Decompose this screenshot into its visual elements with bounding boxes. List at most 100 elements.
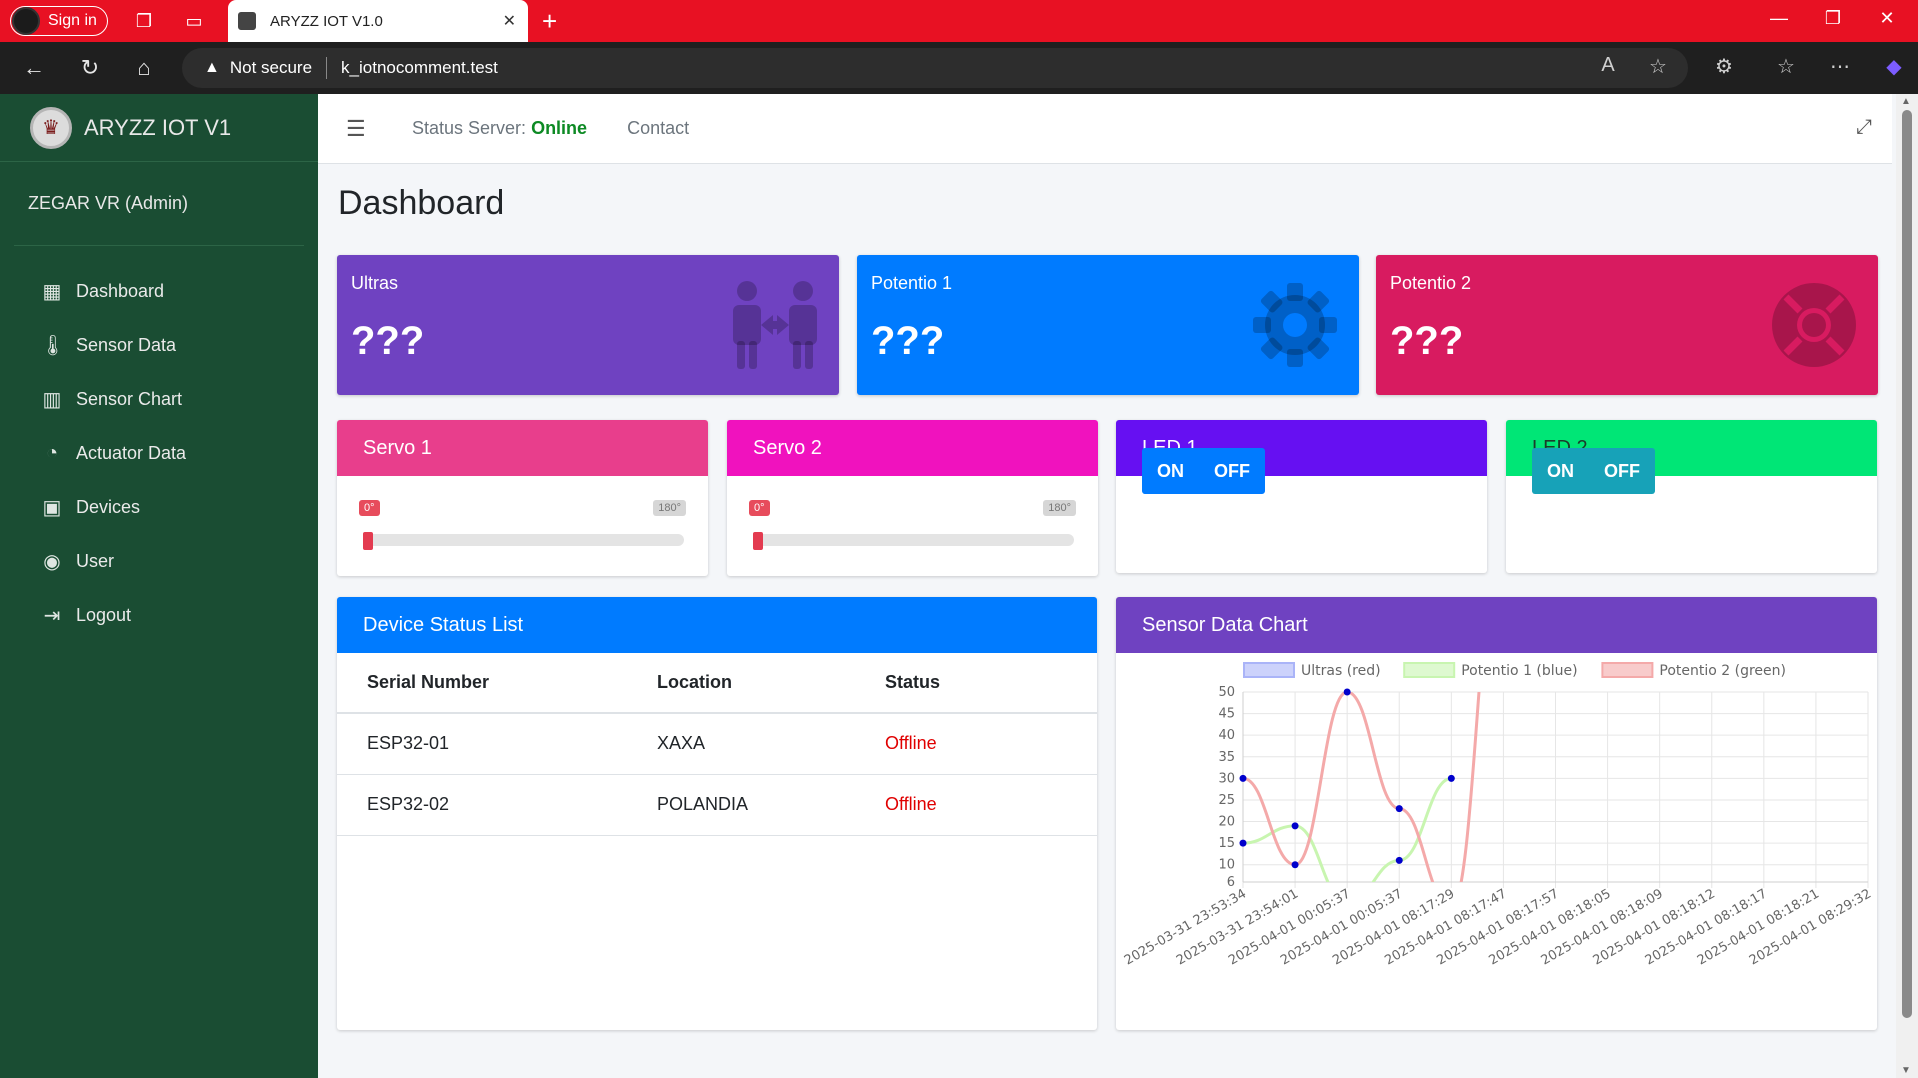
sidebar-item-label: Sensor Chart xyxy=(76,388,183,409)
info-box-potentio-1: Potentio 1 ??? xyxy=(857,255,1359,395)
info-box-potentio-2: Potentio 2 ??? xyxy=(1376,255,1878,395)
restore-icon[interactable]: ❐ xyxy=(1818,8,1848,29)
tab-actions-icon[interactable]: ▭ xyxy=(182,9,206,33)
y-tick-label: 15 xyxy=(1218,836,1235,851)
home-icon[interactable]: ⌂ xyxy=(130,54,158,82)
warning-icon: ▲ xyxy=(204,59,220,76)
brand-logo: ♛ xyxy=(30,106,72,149)
logout-icon: ⇥ xyxy=(43,604,61,627)
slider-track[interactable] xyxy=(753,534,1074,546)
more-menu-icon[interactable]: ⋯ xyxy=(1826,54,1854,79)
y-tick-label: 30 xyxy=(1218,771,1235,786)
led-1-on-button[interactable]: ON xyxy=(1142,448,1199,494)
tab-close-icon[interactable]: ✕ xyxy=(503,11,516,31)
hamburger-menu-icon[interactable]: ☰ xyxy=(346,116,374,142)
scroll-down-icon[interactable]: ▼ xyxy=(1901,1065,1911,1076)
servo-1-card: Servo 1 0° 180° xyxy=(337,420,708,576)
gear-icon xyxy=(1253,283,1337,367)
server-status: Status Server: Online xyxy=(412,118,587,139)
slider-track[interactable] xyxy=(363,534,684,546)
sidebar-item-dashboard[interactable]: ▦ Dashboard xyxy=(0,264,318,318)
data-point xyxy=(1343,688,1351,696)
status-cell: Offline xyxy=(885,774,1097,836)
page-title: Dashboard xyxy=(338,184,505,222)
sidebar-item-label: Actuator Data xyxy=(76,442,187,463)
servo-2-slider[interactable]: 0° 180° xyxy=(727,476,1098,576)
sign-in-button[interactable]: Sign in xyxy=(10,6,108,36)
brand-link[interactable]: ♛ ARYZZ IOT V1 xyxy=(0,94,318,162)
legend-label: Potentio 2 (green) xyxy=(1659,663,1786,679)
slider-handle[interactable] xyxy=(363,532,373,550)
sidebar-item-actuator-data[interactable]: ◔ Actuator Data xyxy=(0,426,318,480)
favorites-icon[interactable]: ☆ xyxy=(1772,54,1800,79)
back-icon[interactable]: ← xyxy=(20,54,48,82)
sidebar-item-label: Dashboard xyxy=(76,280,165,301)
table-row: ESP32-01 XAXA Offline xyxy=(337,713,1097,775)
workspaces-icon[interactable]: ❐ xyxy=(132,9,156,33)
tab-favicon-icon xyxy=(238,12,256,30)
table-row: ESP32-02 POLANDIA Offline xyxy=(337,774,1097,836)
y-tick-label: 6 xyxy=(1227,875,1235,890)
servo-1-slider[interactable]: 0° 180° xyxy=(337,476,708,576)
new-tab-button[interactable]: + xyxy=(542,6,557,36)
copilot-icon[interactable]: ◆ xyxy=(1880,54,1908,79)
bar-chart-icon: ▥ xyxy=(42,388,62,411)
location-cell: POLANDIA xyxy=(657,774,885,836)
data-point xyxy=(1395,805,1403,813)
url-text: k_iotnocomment.test xyxy=(341,58,498,77)
fullscreen-icon[interactable]: ⤢ xyxy=(1856,116,1872,139)
info-box-value: ??? xyxy=(1390,319,1464,363)
window-close-icon[interactable]: ✕ xyxy=(1872,8,1902,29)
sidebar-item-label: Devices xyxy=(76,496,141,517)
sidebar-item-sensor-chart[interactable]: ▥ Sensor Chart xyxy=(0,372,318,426)
y-tick-label: 10 xyxy=(1218,858,1235,873)
people-distance-icon xyxy=(733,281,817,369)
status-label: Status Server: xyxy=(412,118,527,138)
user-panel[interactable]: ZEGAR VR (Admin) xyxy=(14,162,304,246)
y-tick-label: 50 xyxy=(1218,685,1235,700)
browser-tab-active[interactable]: ARYZZ IOT V1.0 ✕ xyxy=(228,0,528,42)
dashboard-icon: ▦ xyxy=(42,280,62,303)
url-field[interactable]: ▲ Not secure k_iotnocomment.test xyxy=(182,48,1688,88)
chip-icon: ▣ xyxy=(42,496,62,519)
scroll-up-icon[interactable]: ▲ xyxy=(1901,96,1911,107)
scrollbar-thumb[interactable] xyxy=(1902,110,1912,1018)
card-header: Sensor Data Chart xyxy=(1116,597,1877,653)
data-point xyxy=(1447,774,1455,782)
sign-in-label: Sign in xyxy=(48,12,97,29)
profile-avatar xyxy=(12,7,40,35)
sidebar-item-logout[interactable]: ⇥ Logout xyxy=(0,588,318,642)
tab-title: ARYZZ IOT V1.0 xyxy=(270,12,383,30)
extensions-icon[interactable]: ⚙ xyxy=(1710,54,1738,79)
favorite-star-icon[interactable]: ☆ xyxy=(1644,54,1672,79)
page-scrollbar[interactable]: ▲ ▼ xyxy=(1896,94,1918,1078)
sidebar: ♛ ARYZZ IOT V1 ZEGAR VR (Admin) ▦ Dashbo… xyxy=(0,94,318,1078)
sidebar-item-devices[interactable]: ▣ Devices xyxy=(0,480,318,534)
device-status-card: Device Status List Serial Number Locatio… xyxy=(337,597,1097,1030)
led-1-off-button[interactable]: OFF xyxy=(1199,448,1265,494)
location-cell: XAXA xyxy=(657,713,885,775)
column-header: Serial Number xyxy=(337,653,657,714)
status-cell: Offline xyxy=(885,713,1097,775)
read-aloud-icon[interactable]: A xyxy=(1594,54,1622,77)
address-bar: ← ↻ ⌂ ▲ Not secure k_iotnocomment.test A… xyxy=(0,42,1918,94)
not-secure-label: Not secure xyxy=(229,58,313,77)
browser-tab-bar: Sign in ❐ ▭ ARYZZ IOT V1.0 ✕ + — ❐ ✕ xyxy=(0,0,1918,42)
sidebar-item-user[interactable]: ◉ User xyxy=(0,534,318,588)
contact-link[interactable]: Contact xyxy=(627,118,689,139)
led-2-card: LED 2 ON OFF xyxy=(1506,420,1877,573)
card-header: Servo 1 xyxy=(337,420,708,476)
refresh-icon[interactable]: ↻ xyxy=(76,54,104,82)
minimize-icon[interactable]: — xyxy=(1764,8,1794,29)
thermometer-icon: 🌡 xyxy=(40,334,66,357)
sidebar-item-sensor-data[interactable]: 🌡 Sensor Data xyxy=(0,318,318,372)
data-point xyxy=(1239,839,1247,847)
led-2-off-button[interactable]: OFF xyxy=(1589,448,1655,494)
y-tick-label: 45 xyxy=(1218,707,1235,722)
servo-2-card: Servo 2 0° 180° xyxy=(727,420,1098,576)
slider-handle[interactable] xyxy=(753,532,763,550)
info-box-label: Potentio 2 xyxy=(1390,273,1472,293)
data-point xyxy=(1395,856,1403,864)
led-2-on-button[interactable]: ON xyxy=(1532,448,1589,494)
life-ring-icon xyxy=(1772,283,1856,367)
